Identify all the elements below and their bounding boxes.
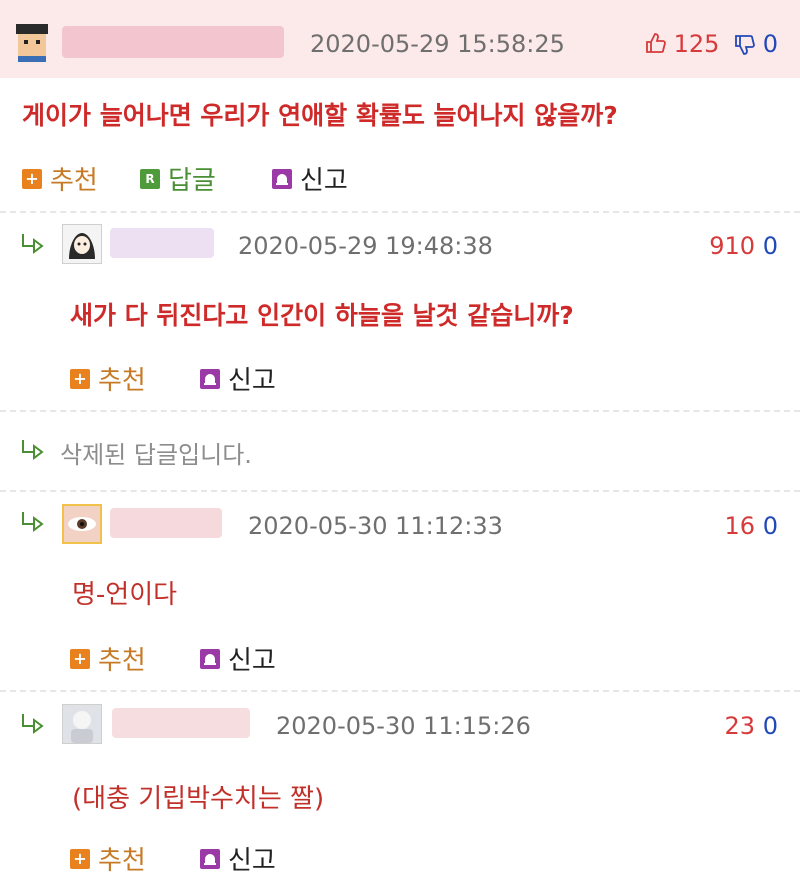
recommend-button[interactable]: + 추천 <box>70 360 146 397</box>
divider <box>0 490 800 492</box>
report-label: 신고 <box>300 166 348 196</box>
comment-votes: 23 0 <box>725 712 778 740</box>
username-blurred <box>110 228 214 258</box>
comment-text: (대충 기립박수치는 짤) <box>72 784 325 814</box>
divider <box>0 690 800 692</box>
reply-arrow-icon <box>22 714 44 734</box>
avatar[interactable] <box>62 704 102 744</box>
post-text: 게이가 늘어나면 우리가 연애할 확률도 늘어나지 않을까? <box>22 101 618 130</box>
down-count: 0 <box>762 512 778 540</box>
recommend-label: 추천 <box>98 646 146 676</box>
divider <box>0 410 800 412</box>
thumbs-up-icon[interactable] <box>644 32 666 60</box>
recommend-button[interactable]: + 추천 <box>22 160 98 197</box>
comment-votes: 16 0 <box>725 512 778 540</box>
report-button[interactable]: 신고 <box>200 840 276 877</box>
report-button[interactable]: 신고 <box>272 160 348 197</box>
comment-votes: 910 0 <box>709 232 778 260</box>
username-blurred <box>62 26 284 58</box>
down-count: 0 <box>762 30 778 58</box>
username-blurred <box>110 508 222 538</box>
avatar[interactable] <box>62 224 102 264</box>
plus-icon: + <box>22 168 42 189</box>
reply-arrow-icon <box>22 234 44 254</box>
post-timestamp: 2020-05-29 15:58:25 <box>310 30 565 58</box>
up-count: 23 <box>724 712 756 740</box>
down-count: 0 <box>762 712 778 740</box>
comment-text: 새가 다 뒤진다고 인간이 하늘을 날것 같습니까? <box>70 301 574 330</box>
report-icon <box>200 848 220 869</box>
down-count: 0 <box>762 232 778 260</box>
deleted-comment-text: 삭제된 답글입니다. <box>60 441 252 469</box>
comment-timestamp: 2020-05-30 11:12:33 <box>248 512 503 540</box>
username-blurred <box>112 708 250 738</box>
comment-text: 명-언이다 <box>72 580 178 610</box>
plus-icon: + <box>70 648 90 669</box>
report-label: 신고 <box>228 366 276 396</box>
recommend-label: 추천 <box>98 366 146 396</box>
plus-icon: + <box>70 368 90 389</box>
recommend-label: 추천 <box>50 166 98 196</box>
report-icon <box>272 168 292 189</box>
report-icon <box>200 648 220 669</box>
post-header: 2020-05-29 15:58:25 125 0 <box>0 0 800 78</box>
reply-r-icon: R <box>140 168 160 189</box>
recommend-button[interactable]: + 추천 <box>70 840 146 877</box>
report-button[interactable]: 신고 <box>200 360 276 397</box>
report-button[interactable]: 신고 <box>200 640 276 677</box>
recommend-label: 추천 <box>98 846 146 876</box>
report-icon <box>200 368 220 389</box>
comment-timestamp: 2020-05-30 11:15:26 <box>276 712 531 740</box>
up-count: 910 <box>709 232 756 260</box>
recommend-button[interactable]: + 추천 <box>70 640 146 677</box>
reply-arrow-icon <box>22 440 44 460</box>
up-count: 16 <box>724 512 756 540</box>
divider <box>0 211 800 213</box>
plus-icon: + <box>70 848 90 869</box>
thumbs-down-icon[interactable] <box>733 34 755 62</box>
reply-button[interactable]: R 답글 <box>140 160 216 197</box>
comment-timestamp: 2020-05-29 19:48:38 <box>238 232 493 260</box>
reply-label: 답글 <box>168 166 216 196</box>
report-label: 신고 <box>228 646 276 676</box>
up-count: 125 <box>673 30 720 58</box>
avatar[interactable] <box>12 22 52 62</box>
avatar[interactable] <box>62 504 102 544</box>
report-label: 신고 <box>228 846 276 876</box>
reply-arrow-icon <box>22 512 44 532</box>
post-votes: 125 0 <box>644 30 778 62</box>
